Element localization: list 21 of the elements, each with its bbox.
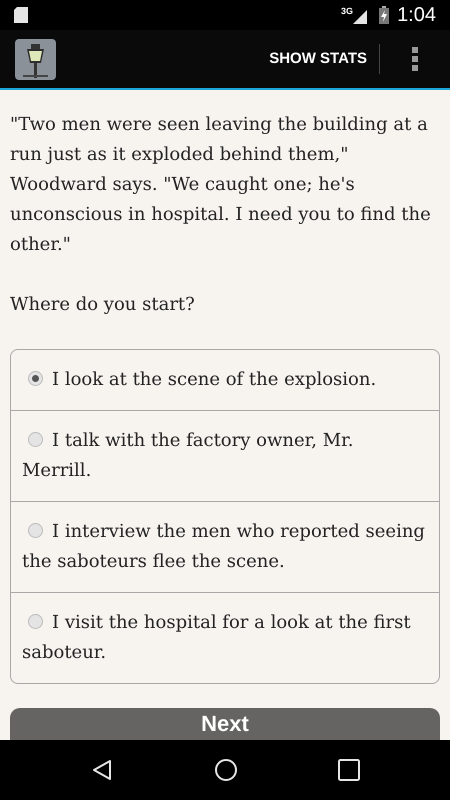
radio-button[interactable] [28,432,43,447]
choice-option[interactable]: I talk with the factory owner, Mr. Merrill. [11,410,439,501]
radio-button[interactable] [28,522,43,538]
recents-icon[interactable] [338,759,360,781]
network-type: 3G [341,6,354,16]
next-button[interactable]: Next [10,708,440,740]
choice-option[interactable]: I look at the scene of the explosion. [11,350,439,410]
app-icon[interactable] [15,38,56,80]
home-icon[interactable] [214,758,238,782]
back-icon[interactable] [90,758,114,782]
show-stats-button[interactable]: SHOW STATS [257,39,379,79]
choice-option[interactable]: I interview the men who reported seeing the saboteurs flee the scene. [11,501,439,592]
signal-icon [353,10,368,24]
battery-icon [379,6,390,24]
clock-time: 1:04 [397,3,436,28]
story-paragraph: Where do you start? [10,293,196,317]
choice-option[interactable]: I visit the hospital for a look at the first saboteur. [11,592,439,683]
story-paragraph: "Two men were seen leaving the building at a run just as it exploded behind them," Woodward says. "We caught one; he's unconscious in hospital. I need you to find the other." [10,113,432,257]
radio-button[interactable] [28,370,43,386]
sd-card-icon [14,7,28,23]
radio-button[interactable] [28,614,43,629]
